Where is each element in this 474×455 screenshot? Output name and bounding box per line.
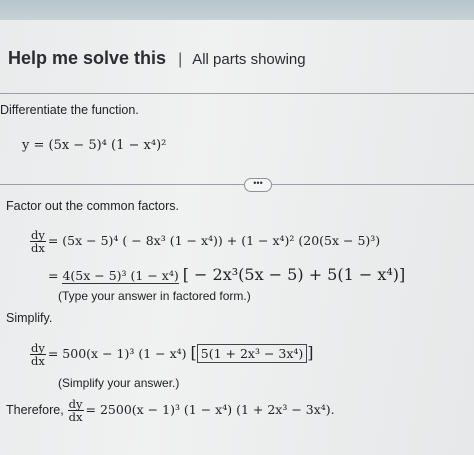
derivative-fraction: dy dx [30,342,46,367]
function-expression: y = (5x − 5)⁴ (1 − x⁴)² [22,138,167,153]
step2-hint: (Simplify your answer.) [58,376,180,390]
equals-sign: = [48,268,59,283]
factored-bracket: [ − 2x³(5x − 5) + 5(1 − x⁴)] [182,265,406,284]
section-divider [0,184,474,185]
header: Help me solve this | All parts showing [8,48,306,69]
step1-line2: = 4(5x − 5)³ (1 − x⁴) [ − 2x³(5x − 5) + … [48,265,405,284]
step1-expression: = (5x − 5)⁴ ( − 8x³ (1 − x⁴)) + (1 − x⁴)… [47,233,381,248]
step1-line1: dy dx = (5x − 5)⁴ ( − 8x³ (1 − x⁴)) + (1… [30,229,380,254]
answer-close-bracket: ] [307,343,314,362]
derivative-fraction: dy dx [67,398,84,424]
final-result: = 2500(x − 1)³ (1 − x⁴) (1 + 2x³ − 3x⁴). [85,402,335,417]
fraction-denominator: dx [31,354,45,368]
expand-button[interactable]: ••• [244,178,272,192]
derivative-fraction: dy dx [30,229,46,254]
answer-open-bracket: [ [190,343,197,362]
fraction-denominator: dx [68,410,83,424]
step2-label: Simplify. [6,311,53,325]
header-separator: | [178,51,183,68]
conclusion-prefix: Therefore, [6,403,64,417]
simplified-answer-box[interactable]: 5(1 + 2x³ − 3x⁴) [196,344,308,363]
header-divider [0,93,474,94]
page-title: Help me solve this [8,48,167,68]
step2-line: dy dx = 500(x − 1)³ (1 − x⁴) [5(1 + 2x³ … [30,342,314,367]
step1-instruction: Factor out the common factors. [6,199,179,213]
problem-instruction: Differentiate the function. [0,103,139,117]
step1-hint: (Type your answer in factored form.) [58,289,251,303]
fraction-denominator: dx [31,241,45,255]
all-parts-showing-link[interactable]: All parts showing [192,51,305,68]
browser-top-strip [0,0,474,20]
conclusion-line: Therefore, dy dx = 2500(x − 1)³ (1 − x⁴)… [6,398,335,423]
step2-expression: = 500(x − 1)³ (1 − x⁴) [47,346,187,361]
common-factor: 4(5x − 5)³ (1 − x⁴) [62,268,179,284]
